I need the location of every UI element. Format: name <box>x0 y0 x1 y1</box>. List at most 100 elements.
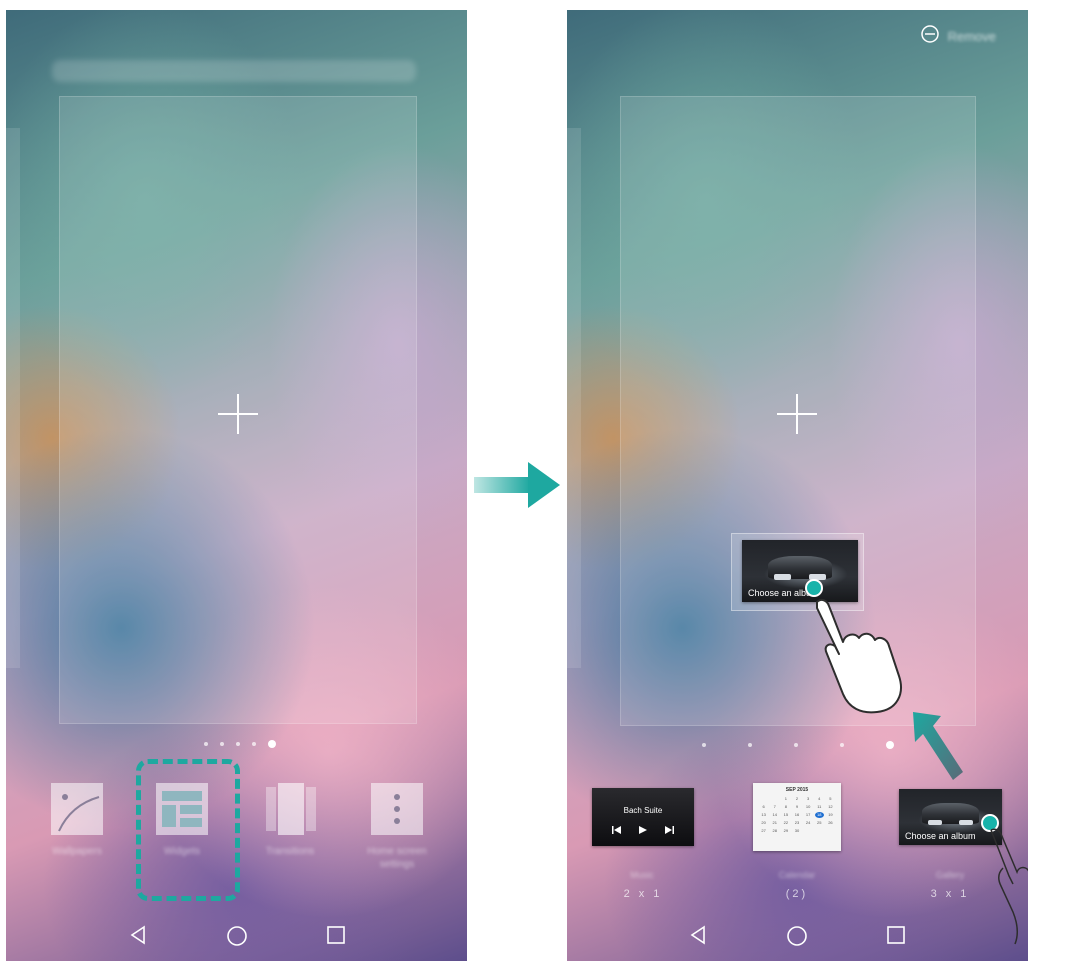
previous-page-edge <box>567 128 581 668</box>
calendar-day[interactable]: 19 <box>826 812 835 818</box>
calendar-day[interactable]: 3 <box>804 796 813 802</box>
calendar-day[interactable]: 24 <box>804 820 813 826</box>
widgets-highlight <box>136 759 240 901</box>
page-dot <box>748 743 752 747</box>
previous-track-icon[interactable] <box>612 822 622 840</box>
hand-pointer-icon <box>813 598 909 721</box>
page-dot-active <box>886 741 894 749</box>
calendar-day[interactable] <box>804 828 813 834</box>
calendar-day[interactable] <box>815 828 824 834</box>
home-circle-icon[interactable] <box>226 925 248 952</box>
car-headlight <box>927 819 943 826</box>
menu-wallpapers[interactable]: Wallpapers <box>32 783 122 858</box>
page-dot <box>204 742 208 746</box>
widget-size-label: 2 x 1 <box>623 888 663 900</box>
menu-home-settings[interactable]: Home screen settings <box>352 783 442 871</box>
remove-label: Remove <box>947 29 996 44</box>
plus-icon[interactable] <box>218 394 258 434</box>
calendar-day[interactable]: 29 <box>781 828 790 834</box>
arrow-right-icon <box>474 460 560 515</box>
car-headlight <box>958 819 974 826</box>
calendar-grid: 1 2 3 4 5 6 7 8 9 10 11 12 13 14 15 16 17 18 19 20 21 22 23 24 2… <box>759 796 835 834</box>
calendar-day[interactable]: 18 <box>814 812 824 818</box>
calendar-day[interactable]: 28 <box>770 828 779 834</box>
calendar-day[interactable]: 6 <box>759 804 768 810</box>
play-icon[interactable] <box>638 822 648 840</box>
menu-label: Home screen settings <box>367 846 427 870</box>
touch-indicator <box>805 579 823 597</box>
widget-size-label: (2) <box>785 888 809 900</box>
calendar-day[interactable]: 16 <box>792 812 801 818</box>
calendar-day[interactable]: 27 <box>759 828 768 834</box>
widget-size-label: 3 x 1 <box>930 888 970 900</box>
page-dot <box>252 742 256 746</box>
calendar-day[interactable]: 5 <box>826 796 835 802</box>
calendar-day[interactable]: 17 <box>804 812 813 818</box>
calendar-day[interactable]: 1 <box>781 796 790 802</box>
page-dot <box>220 742 224 746</box>
calendar-day[interactable]: 9 <box>792 804 801 810</box>
back-triangle-icon[interactable] <box>128 925 148 950</box>
page-dot <box>794 743 798 747</box>
page-dot <box>702 743 706 747</box>
calendar-day[interactable]: 10 <box>804 804 813 810</box>
widget-name: Gallery <box>935 870 965 880</box>
remove-chip[interactable]: Remove <box>920 24 996 49</box>
calendar-day[interactable] <box>826 828 835 834</box>
calendar-day[interactable]: 22 <box>781 820 790 826</box>
page-indicator <box>204 740 276 748</box>
music-widget[interactable]: Bach Suite <box>592 788 694 846</box>
calendar-day[interactable]: 11 <box>815 804 824 810</box>
home-page-card[interactable] <box>59 96 417 724</box>
menu-label: Transitions <box>265 846 315 857</box>
calendar-day[interactable]: 21 <box>770 820 779 826</box>
plus-icon[interactable] <box>777 394 817 434</box>
calendar-day[interactable]: 30 <box>792 828 801 834</box>
menu-label: Wallpapers <box>52 846 102 857</box>
calendar-day[interactable]: 15 <box>781 812 790 818</box>
calendar-day[interactable]: 8 <box>781 804 790 810</box>
dragged-gallery-widget[interactable]: Choose an album <box>742 540 858 602</box>
music-controls <box>592 822 694 840</box>
home-page-card[interactable] <box>620 96 976 726</box>
calendar-day[interactable]: 13 <box>759 812 768 818</box>
page-dot-active <box>268 740 276 748</box>
transitions-icon <box>264 783 316 835</box>
calendar-day[interactable]: 4 <box>815 796 824 802</box>
calendar-day[interactable] <box>770 796 779 802</box>
page-dot <box>840 743 844 747</box>
calendar-widget[interactable]: SEP 2015 1 2 3 4 5 6 7 8 9 10 11 12 13 14 15 16 17 18 19 20… <box>753 783 841 851</box>
car-headlight <box>774 574 791 581</box>
page-indicator <box>702 741 894 749</box>
calendar-day[interactable]: 7 <box>770 804 779 810</box>
phone-screen-left: Wallpapers Widgets Transitions Home scre… <box>6 10 467 961</box>
home-circle-icon[interactable] <box>786 925 808 952</box>
widget-name: Music <box>630 870 654 880</box>
calendar-day[interactable]: 12 <box>826 804 835 810</box>
album-label: Choose an album <box>905 831 976 841</box>
back-triangle-icon[interactable] <box>688 925 708 950</box>
nav-bar <box>6 909 467 961</box>
menu-transitions[interactable]: Transitions <box>245 783 335 858</box>
calendar-day[interactable]: 26 <box>826 820 835 826</box>
next-track-icon[interactable] <box>664 822 674 840</box>
drag-up-arrow-icon <box>911 712 965 787</box>
calendar-month: SEP 2015 <box>785 787 809 793</box>
calendar-day[interactable]: 14 <box>770 812 779 818</box>
nav-bar <box>567 909 1028 961</box>
recent-square-icon[interactable] <box>326 925 346 950</box>
more-vertical-icon <box>371 783 423 835</box>
previous-page-edge <box>6 128 20 668</box>
calendar-day[interactable] <box>759 796 768 802</box>
recent-square-icon[interactable] <box>886 925 906 950</box>
wallpaper-icon <box>51 783 103 835</box>
calendar-day[interactable]: 23 <box>792 820 801 826</box>
calendar-day[interactable]: 2 <box>792 796 801 802</box>
widget-name: Calendar <box>778 870 816 880</box>
blurred-status-area <box>52 60 416 82</box>
calendar-day[interactable]: 20 <box>759 820 768 826</box>
page-dot <box>236 742 240 746</box>
calendar-day[interactable]: 25 <box>815 820 824 826</box>
music-title: Bach Suite <box>623 806 663 815</box>
minus-circle-icon <box>920 24 940 49</box>
